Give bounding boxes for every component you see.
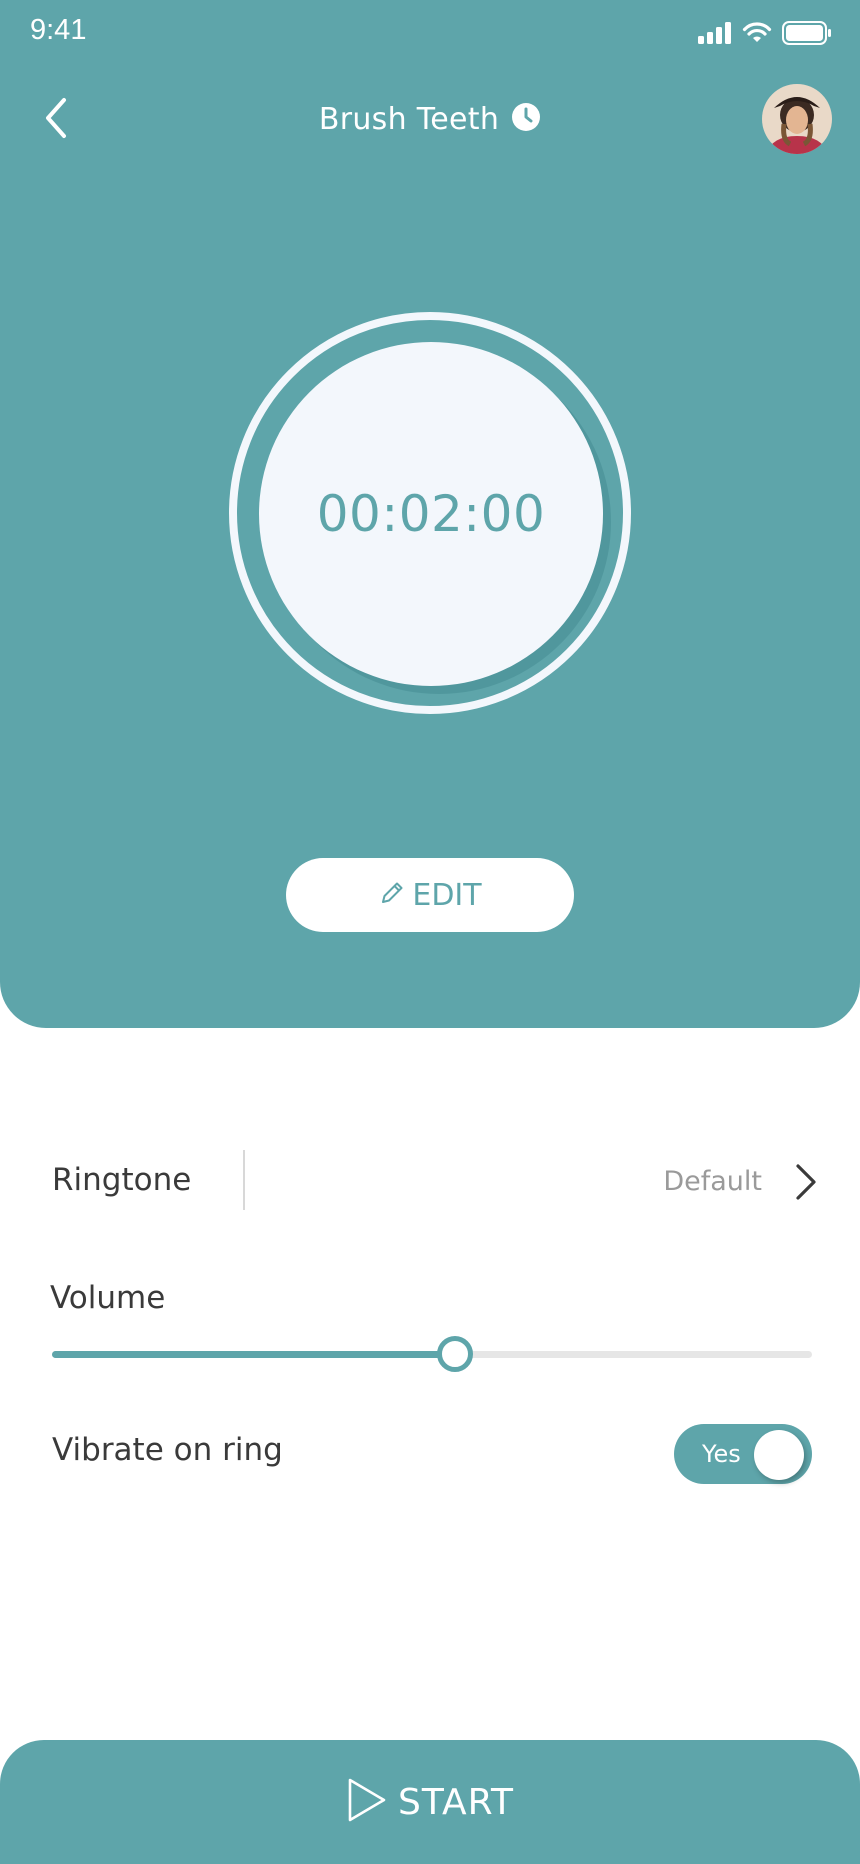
edit-button[interactable]: EDIT bbox=[286, 858, 574, 932]
ringtone-label: Ringtone bbox=[52, 1162, 192, 1198]
status-icons bbox=[698, 20, 832, 50]
volume-slider[interactable] bbox=[52, 1334, 812, 1374]
ringtone-value: Default bbox=[663, 1166, 762, 1197]
volume-slider-fill bbox=[52, 1351, 455, 1358]
start-button-label: START bbox=[397, 1781, 515, 1823]
nav-bar: Brush Teeth bbox=[0, 82, 860, 162]
status-time: 9:41 bbox=[30, 14, 87, 46]
status-bar: 9:41 bbox=[0, 0, 860, 62]
signal-icon bbox=[698, 21, 732, 49]
battery-icon bbox=[782, 20, 832, 50]
vibrate-toggle[interactable]: Yes bbox=[674, 1424, 812, 1484]
vibrate-toggle-text: Yes bbox=[702, 1440, 741, 1468]
volume-slider-thumb[interactable] bbox=[436, 1336, 473, 1372]
timer-display: 00:02:00 bbox=[316, 485, 546, 543]
vibrate-label: Vibrate on ring bbox=[52, 1432, 283, 1468]
volume-label: Volume bbox=[50, 1280, 166, 1316]
vibrate-toggle-knob bbox=[754, 1430, 804, 1480]
chevron-right-icon[interactable] bbox=[786, 1162, 826, 1202]
page-title: Brush Teeth bbox=[318, 102, 500, 137]
clock-icon bbox=[511, 102, 541, 137]
edit-button-label: EDIT bbox=[412, 877, 482, 913]
ringtone-divider bbox=[243, 1150, 245, 1210]
timer-dial: 00:02:00 bbox=[259, 342, 603, 686]
header-panel: 9:41 Brush Teeth 00:02:00 EDIT bbox=[0, 0, 860, 1028]
pencil-icon bbox=[378, 879, 406, 912]
wifi-icon bbox=[742, 21, 772, 49]
start-button[interactable]: START bbox=[0, 1740, 860, 1864]
play-icon bbox=[346, 1777, 388, 1828]
avatar[interactable] bbox=[762, 84, 832, 154]
nav-title-group: Brush Teeth bbox=[0, 102, 860, 137]
